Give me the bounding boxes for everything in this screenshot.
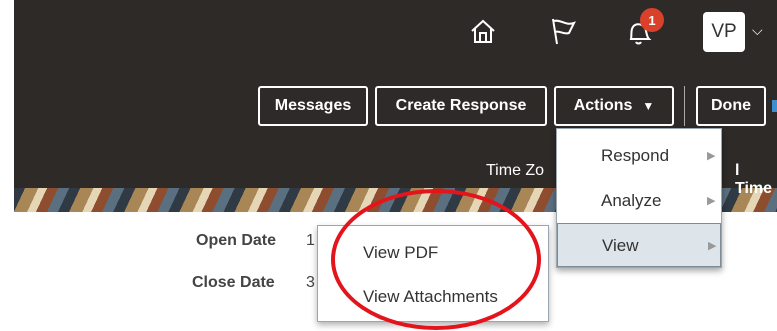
done-button[interactable]: Done: [696, 86, 766, 126]
timezone-value: l Time: [735, 162, 773, 197]
view-pdf-item[interactable]: View PDF: [363, 243, 438, 263]
menu-item-analyze[interactable]: Analyze ▶: [557, 179, 721, 223]
page: 1 VP ⌵ Messages Create Response Actions …: [0, 0, 777, 331]
open-date-label: Open Date: [196, 232, 277, 249]
timezone-label: Time Zo: [486, 162, 545, 179]
chevron-right-icon: ▶: [707, 150, 716, 162]
close-date-label: Close Date: [192, 274, 275, 291]
view-submenu: View PDF View Attachments: [317, 225, 549, 322]
view-attachments-item[interactable]: View Attachments: [363, 287, 498, 307]
flag-icon[interactable]: [545, 14, 579, 48]
caret-down-icon: ▼: [642, 99, 655, 113]
chevron-down-icon[interactable]: ⌵: [752, 22, 763, 39]
home-icon[interactable]: [468, 14, 498, 48]
user-avatar[interactable]: VP: [703, 12, 745, 52]
left-margin: [0, 0, 14, 331]
toolbar-divider: [684, 86, 685, 126]
chevron-right-icon: ▶: [707, 195, 716, 207]
menu-item-view[interactable]: View ▶: [557, 223, 721, 267]
actions-menu: Respond ▶ Analyze ▶ View ▶: [556, 128, 722, 268]
messages-button[interactable]: Messages: [258, 86, 368, 126]
actions-button-label: Actions: [573, 97, 633, 114]
menu-item-label: Respond: [601, 146, 670, 165]
menu-item-respond[interactable]: Respond ▶: [557, 134, 721, 178]
menu-item-label: Analyze: [601, 191, 662, 210]
notification-badge: 1: [640, 8, 664, 32]
chevron-right-icon: ▶: [708, 240, 717, 252]
scroll-indicator: [772, 100, 777, 112]
open-date-value: 1: [306, 232, 315, 249]
create-response-button[interactable]: Create Response: [375, 86, 547, 126]
menu-item-label: View: [602, 236, 639, 255]
actions-button[interactable]: Actions ▼: [554, 86, 674, 126]
close-date-value: 3: [306, 274, 315, 291]
